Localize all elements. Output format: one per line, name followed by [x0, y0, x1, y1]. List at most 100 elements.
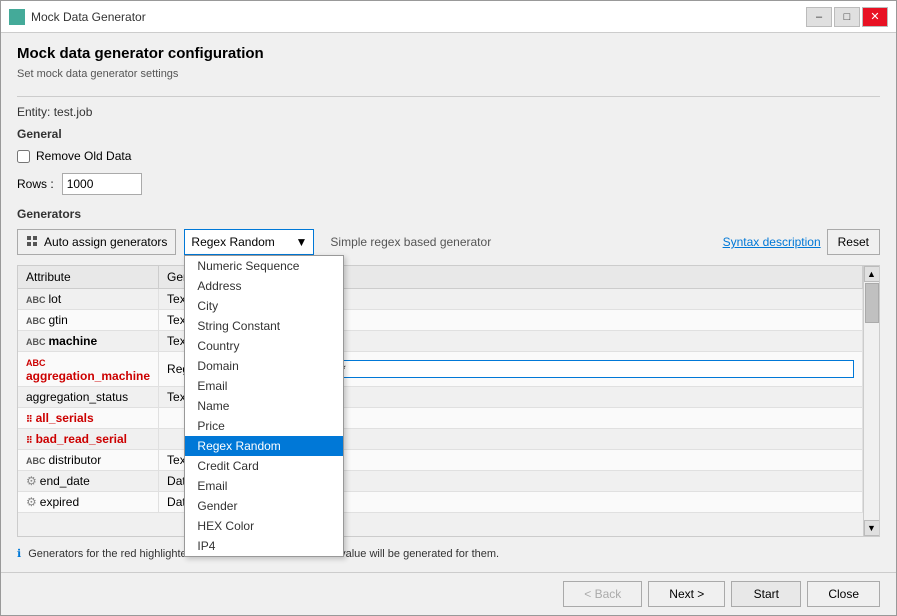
- reset-button[interactable]: Reset: [827, 229, 880, 255]
- back-button[interactable]: < Back: [563, 581, 642, 607]
- dropdown-item-regex-random[interactable]: Regex Random: [185, 436, 343, 456]
- generators-info: ℹ Generators for the red highlighted att…: [17, 547, 880, 560]
- generator-dropdown-menu: Numeric Sequence Address City String Con…: [184, 255, 344, 557]
- generator-dropdown-container: Regex Random ▼ Numeric Sequence Address …: [184, 229, 314, 255]
- scroll-track[interactable]: [864, 282, 879, 520]
- col-header-attribute: Attribute: [18, 266, 159, 289]
- attr-cell: ABCaggregation_machine: [18, 352, 159, 387]
- dropdown-arrow-icon: ▼: [296, 235, 308, 249]
- value-cell: [269, 310, 863, 331]
- abc-icon: ABC: [26, 316, 46, 326]
- table-row[interactable]: aggregation_status Text: [18, 387, 863, 408]
- generators-toolbar: Auto assign generators Regex Random ▼ Nu…: [17, 229, 880, 255]
- table-row[interactable]: ⚙end_date Date Random: [18, 471, 863, 492]
- table-row[interactable]: ABCmachine Text: [18, 331, 863, 352]
- entity-label: Entity:: [17, 105, 50, 119]
- auto-assign-button[interactable]: Auto assign generators: [17, 229, 176, 255]
- title-bar-left: Mock Data Generator: [9, 9, 146, 25]
- col-header-value: Value: [269, 266, 863, 289]
- minimize-button[interactable]: –: [806, 7, 832, 27]
- generators-toolbar-right: Simple regex based generator Syntax desc…: [322, 229, 880, 255]
- table-header-row: Attribute Generator Value: [18, 266, 863, 289]
- attribute-table[interactable]: Attribute Generator Value ABClot Text AB…: [18, 266, 863, 536]
- abc-icon: ABC: [26, 358, 46, 368]
- value-input[interactable]: [277, 360, 854, 378]
- table-scrollbar[interactable]: ▲ ▼: [863, 266, 879, 536]
- attr-cell: ⚙end_date: [18, 471, 159, 492]
- dropdown-item-name[interactable]: Name: [185, 396, 343, 416]
- close-button[interactable]: Close: [807, 581, 880, 607]
- value-cell: [269, 492, 863, 513]
- title-controls: – □ ✕: [806, 7, 888, 27]
- dropdown-item-credit-card[interactable]: Credit Card: [185, 456, 343, 476]
- dropdown-item-email-2[interactable]: Email: [185, 476, 343, 496]
- generator-dropdown[interactable]: Regex Random ▼: [184, 229, 314, 255]
- entity-row: Entity: test.job: [17, 105, 880, 119]
- table-row[interactable]: ⠿all_serials: [18, 408, 863, 429]
- value-cell: [269, 352, 863, 387]
- info-icon: ℹ: [17, 548, 21, 560]
- table-row[interactable]: ABCgtin Text: [18, 310, 863, 331]
- abc-icon: ABC: [26, 456, 46, 466]
- page-subtitle: Set mock data generator settings: [17, 68, 880, 80]
- remove-old-checkbox[interactable]: [17, 150, 30, 163]
- dropdown-item-ip4[interactable]: IP4: [185, 536, 343, 556]
- scroll-down-arrow[interactable]: ▼: [864, 520, 880, 536]
- grid-icon: ⠿: [26, 414, 33, 425]
- window-title: Mock Data Generator: [31, 10, 146, 24]
- attr-cell: ABCdistributor: [18, 450, 159, 471]
- table-row[interactable]: ABClot Text: [18, 289, 863, 310]
- auto-assign-icon: [26, 235, 40, 249]
- dropdown-item-gender[interactable]: Gender: [185, 496, 343, 516]
- syntax-description-link[interactable]: Syntax description: [723, 235, 821, 249]
- table-row[interactable]: ABCdistributor Text: [18, 450, 863, 471]
- value-cell: [269, 289, 863, 310]
- rows-input[interactable]: [62, 173, 142, 195]
- attr-cell: ABCmachine: [18, 331, 159, 352]
- footer: < Back Next > Start Close: [1, 572, 896, 615]
- maximize-button[interactable]: □: [834, 7, 860, 27]
- table-row[interactable]: ⚙expired Date Random: [18, 492, 863, 513]
- date-icon: ⚙: [26, 495, 37, 509]
- page-title: Mock data generator configuration: [17, 45, 880, 62]
- rows-label: Rows :: [17, 177, 54, 191]
- table-row[interactable]: ABCaggregation_machine Regex Rand...: [18, 352, 863, 387]
- dropdown-item-hex-color[interactable]: HEX Color: [185, 516, 343, 536]
- attr-cell: aggregation_status: [18, 387, 159, 408]
- remove-old-label: Remove Old Data: [36, 149, 131, 163]
- dropdown-item-string-constant[interactable]: String Constant: [185, 316, 343, 336]
- start-button[interactable]: Start: [731, 581, 801, 607]
- title-bar: Mock Data Generator – □ ✕: [1, 1, 896, 33]
- window-close-button[interactable]: ✕: [862, 7, 888, 27]
- scroll-thumb[interactable]: [865, 283, 879, 323]
- remove-old-row: Remove Old Data: [17, 149, 880, 163]
- table-row[interactable]: ⠿bad_read_serial: [18, 429, 863, 450]
- dropdown-item-domain[interactable]: Domain: [185, 356, 343, 376]
- abc-icon: ABC: [26, 295, 46, 305]
- general-label: General: [17, 127, 880, 141]
- dropdown-item-city[interactable]: City: [185, 296, 343, 316]
- window-icon: [9, 9, 25, 25]
- attr-cell: ⠿bad_read_serial: [18, 429, 159, 450]
- dropdown-item-price[interactable]: Price: [185, 416, 343, 436]
- dropdown-item-country[interactable]: Country: [185, 336, 343, 356]
- attr-cell: ⚙expired: [18, 492, 159, 513]
- attr-cell: ABClot: [18, 289, 159, 310]
- attr-cell: ⠿all_serials: [18, 408, 159, 429]
- auto-assign-label: Auto assign generators: [44, 235, 167, 249]
- value-cell: [269, 471, 863, 492]
- value-cell: [269, 450, 863, 471]
- dropdown-scroll[interactable]: Numeric Sequence Address City String Con…: [185, 256, 343, 556]
- top-divider: [17, 96, 880, 97]
- scroll-up-arrow[interactable]: ▲: [864, 266, 880, 282]
- dropdown-item-numeric-sequence[interactable]: Numeric Sequence: [185, 256, 343, 276]
- date-icon: ⚙: [26, 474, 37, 488]
- rows-row: Rows :: [17, 173, 880, 195]
- content-area: Mock data generator configuration Set mo…: [1, 33, 896, 572]
- value-cell: [269, 429, 863, 450]
- abc-icon: ABC: [26, 337, 46, 347]
- next-button[interactable]: Next >: [648, 581, 725, 607]
- dropdown-item-address[interactable]: Address: [185, 276, 343, 296]
- main-window: Mock Data Generator – □ ✕ Mock data gene…: [0, 0, 897, 616]
- dropdown-item-email-1[interactable]: Email: [185, 376, 343, 396]
